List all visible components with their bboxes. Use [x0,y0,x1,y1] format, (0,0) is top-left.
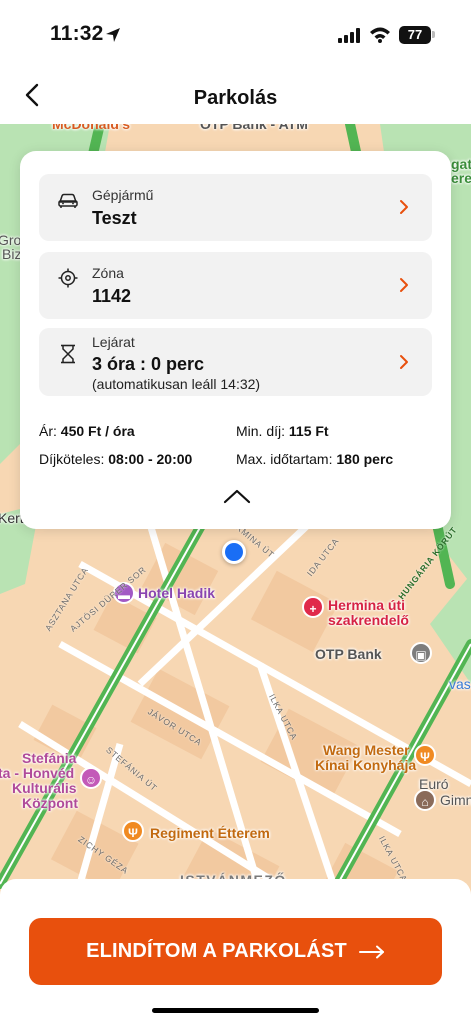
chevron-up-icon[interactable] [222,487,252,505]
max-duration-label: Max. időtartam: [236,451,333,467]
status-time: 11:32 [50,22,104,45]
poi-stefania-line4[interactable]: Központ [22,795,78,811]
poi-hermina-line2[interactable]: szakrendelő [328,612,409,628]
poi-stefania-line1[interactable]: Stefánia [22,750,76,766]
poi-wang-line2[interactable]: Kínai Konyhája [315,757,416,773]
cellular-signal-icon [338,28,360,43]
expiry-auto-stop: (automatikusan leáll 14:32) [92,376,261,392]
zone-row[interactable]: Zóna 1142 [39,252,432,319]
bottom-panel: ELINDÍTOM A PARKOLÁST [0,879,471,1024]
poi-vas: vas [449,676,471,692]
arrow-right-icon [358,945,384,959]
status-bar: 11:32 77 [0,0,471,62]
bank-pin-icon[interactable]: ▣ [410,642,432,664]
poi-stefania-line3[interactable]: Kulturális [12,780,77,796]
battery-icon: 77 [399,26,431,44]
poi-mcdonalds[interactable]: McDonald's [52,124,130,132]
expiry-label: Lejárat [92,334,135,350]
zone-value: 1142 [92,286,132,306]
vehicle-label: Gépjármű [92,187,154,203]
price-info: Ár: 450 Ft / óra [39,423,135,439]
wifi-icon [370,27,390,43]
max-duration-info: Max. időtartam: 180 perc [236,451,393,467]
poi-regiment[interactable]: Regiment Étterem [150,825,270,841]
poi-hermina-line1[interactable]: Hermina úti [328,597,405,613]
location-arrow-icon [106,28,120,42]
restaurant-pin-icon[interactable]: Ψ [414,744,436,766]
parking-details-card: Gépjármű Teszt Zóna 1142 Lejárat 3 óra :… [20,151,451,529]
start-parking-button[interactable]: ELINDÍTOM A PARKOLÁST [29,918,442,985]
poi-otp-bank[interactable]: OTP Bank [315,646,382,662]
price-label: Ár: [39,423,57,439]
car-icon [58,193,78,208]
poi-wang-line1[interactable]: Wang Mester [323,742,410,758]
theater-pin-icon[interactable]: ☺ [80,767,102,789]
home-indicator [152,1008,319,1013]
poi-erer: erer [451,170,471,186]
paid-hours-info: Díjköteles: 08:00 - 20:00 [39,451,192,467]
hourglass-icon [61,344,75,364]
medical-pin-icon[interactable]: + [302,596,324,618]
max-duration-value: 180 perc [336,451,394,467]
vehicle-value: Teszt [92,208,137,228]
battery-tip [432,31,435,38]
expiry-row[interactable]: Lejárat 3 óra : 0 perc (automatikusan le… [39,328,432,396]
min-fee-info: Min. díj: 115 Ft [236,423,329,439]
poi-biz: Biz [2,246,22,262]
chevron-right-icon [400,200,408,214]
nav-bar: Parkolás [0,62,471,124]
zone-label: Zóna [92,265,124,281]
poi-otp-atm[interactable]: OTP Bank - ATM [200,124,308,132]
start-parking-label: ELINDÍTOM A PARKOLÁST [86,940,347,962]
page-title: Parkolás [193,87,278,109]
target-location-icon [58,268,78,288]
expiry-value: 3 óra : 0 perc [92,354,205,374]
min-fee-label: Min. díj: [236,423,286,439]
poi-euro-line2: Gimn [440,792,471,808]
chevron-right-icon [400,278,408,292]
paid-hours-value: 08:00 - 20:00 [108,451,193,467]
min-fee-value: 115 Ft [288,423,329,439]
poi-stefania-line2[interactable]: ta - Honvéd [0,765,74,781]
vehicle-row[interactable]: Gépjármű Teszt [39,174,432,241]
price-value: 450 Ft / óra [60,423,135,439]
poi-hotel-hadik[interactable]: Hotel Hadik [138,585,215,601]
restaurant-pin-icon[interactable]: Ψ [122,820,144,842]
school-pin-icon[interactable]: ⌂ [414,789,436,811]
current-location-marker [222,540,246,564]
chevron-right-icon [400,355,408,369]
paid-hours-label: Díjköteles: [39,451,105,467]
